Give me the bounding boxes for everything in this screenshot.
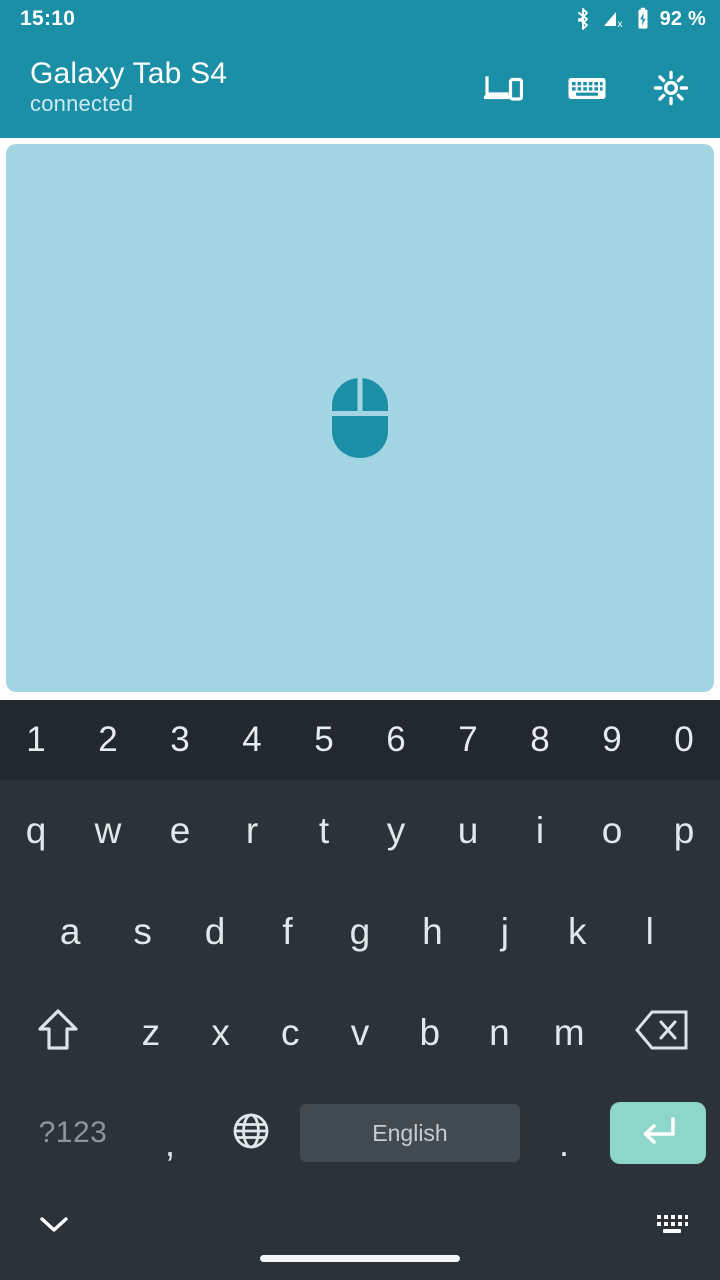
key-2[interactable]: 2: [72, 700, 144, 780]
key-3[interactable]: 3: [144, 700, 216, 780]
key-1[interactable]: 1: [0, 700, 72, 780]
cellular-signal-off-icon: x: [602, 8, 626, 30]
key-n[interactable]: n: [465, 982, 535, 1083]
key-g[interactable]: g: [324, 881, 396, 982]
device-info: Galaxy Tab S4 connected: [30, 57, 228, 118]
touchpad-surface[interactable]: [6, 144, 714, 692]
backspace-key[interactable]: [604, 1009, 720, 1056]
space-key[interactable]: English: [300, 1104, 520, 1162]
keyboard-button[interactable]: [566, 67, 608, 109]
bluetooth-icon: [573, 7, 593, 31]
key-a[interactable]: a: [34, 881, 106, 982]
key-6[interactable]: 6: [360, 700, 432, 780]
key-u[interactable]: u: [432, 780, 504, 881]
symbols-key[interactable]: ?123: [14, 1116, 132, 1150]
key-v[interactable]: v: [325, 982, 395, 1083]
devices-icon: [483, 72, 523, 104]
key-d[interactable]: d: [179, 881, 251, 982]
key-7[interactable]: 7: [432, 700, 504, 780]
key-r[interactable]: r: [216, 780, 288, 881]
key-9[interactable]: 9: [576, 700, 648, 780]
keyboard-row-bottom: ?123 , English .: [0, 1083, 720, 1183]
key-i[interactable]: i: [504, 780, 576, 881]
key-0[interactable]: 0: [648, 700, 720, 780]
key-f[interactable]: f: [251, 881, 323, 982]
key-w[interactable]: w: [72, 780, 144, 881]
comma-key[interactable]: ,: [132, 1083, 208, 1183]
touchpad-container: [0, 138, 720, 700]
keyboard-number-row: 1 2 3 4 5 6 7 8 9 0: [0, 700, 720, 780]
keyboard-row-zxcv: z x c v b n m: [0, 982, 720, 1083]
key-z[interactable]: z: [116, 982, 186, 1083]
key-p[interactable]: p: [648, 780, 720, 881]
app-bar-actions: [482, 67, 700, 109]
mouse-icon: [329, 377, 391, 459]
home-indicator-pill[interactable]: [260, 1255, 460, 1262]
app-bar: Galaxy Tab S4 connected: [0, 38, 720, 138]
enter-key[interactable]: [610, 1102, 706, 1164]
keyboard-icon: [567, 73, 607, 103]
status-bar-icons: x 92 %: [573, 7, 706, 31]
hide-keyboard-button[interactable]: [30, 1206, 78, 1246]
battery-percent-label: 92 %: [659, 7, 706, 30]
key-5[interactable]: 5: [288, 700, 360, 780]
shift-key[interactable]: [0, 1007, 116, 1058]
keyboard-switcher-button[interactable]: [646, 1204, 698, 1246]
devices-button[interactable]: [482, 67, 524, 109]
battery-charging-icon: [635, 7, 651, 31]
keyboard-switcher-icon: [655, 1210, 689, 1241]
key-8[interactable]: 8: [504, 700, 576, 780]
key-c[interactable]: c: [255, 982, 325, 1083]
status-bar: 15:10 x 92 %: [0, 0, 720, 38]
keyboard-row-asdf: a s d f g h j k l: [0, 881, 720, 982]
enter-return-icon: [637, 1114, 679, 1153]
key-q[interactable]: q: [0, 780, 72, 881]
key-k[interactable]: k: [541, 881, 613, 982]
shift-arrow-icon: [36, 1007, 80, 1058]
key-m[interactable]: m: [534, 982, 604, 1083]
key-b[interactable]: b: [395, 982, 465, 1083]
svg-text:x: x: [617, 19, 622, 30]
key-e[interactable]: e: [144, 780, 216, 881]
app-root: 15:10 x 92 % Galaxy Tab S4 connected 1 2…: [0, 0, 720, 1280]
key-x[interactable]: x: [186, 982, 256, 1083]
keyboard-row-qwerty: q w e r t y u i o p: [0, 780, 720, 881]
backspace-icon: [635, 1009, 689, 1056]
navigation-bar: [0, 1188, 720, 1280]
key-o[interactable]: o: [576, 780, 648, 881]
period-key[interactable]: .: [526, 1083, 602, 1183]
key-l[interactable]: l: [614, 881, 686, 982]
settings-gear-icon: [652, 69, 690, 107]
key-s[interactable]: s: [106, 881, 178, 982]
key-t[interactable]: t: [288, 780, 360, 881]
key-j[interactable]: j: [469, 881, 541, 982]
key-4[interactable]: 4: [216, 700, 288, 780]
settings-button[interactable]: [650, 67, 692, 109]
connection-status: connected: [30, 91, 134, 117]
page-title: Galaxy Tab S4: [30, 57, 228, 91]
status-bar-clock: 15:10: [20, 7, 76, 30]
language-key[interactable]: [208, 1111, 294, 1156]
chevron-down-icon: [37, 1212, 71, 1241]
key-y[interactable]: y: [360, 780, 432, 881]
globe-icon: [231, 1111, 271, 1156]
key-h[interactable]: h: [396, 881, 468, 982]
